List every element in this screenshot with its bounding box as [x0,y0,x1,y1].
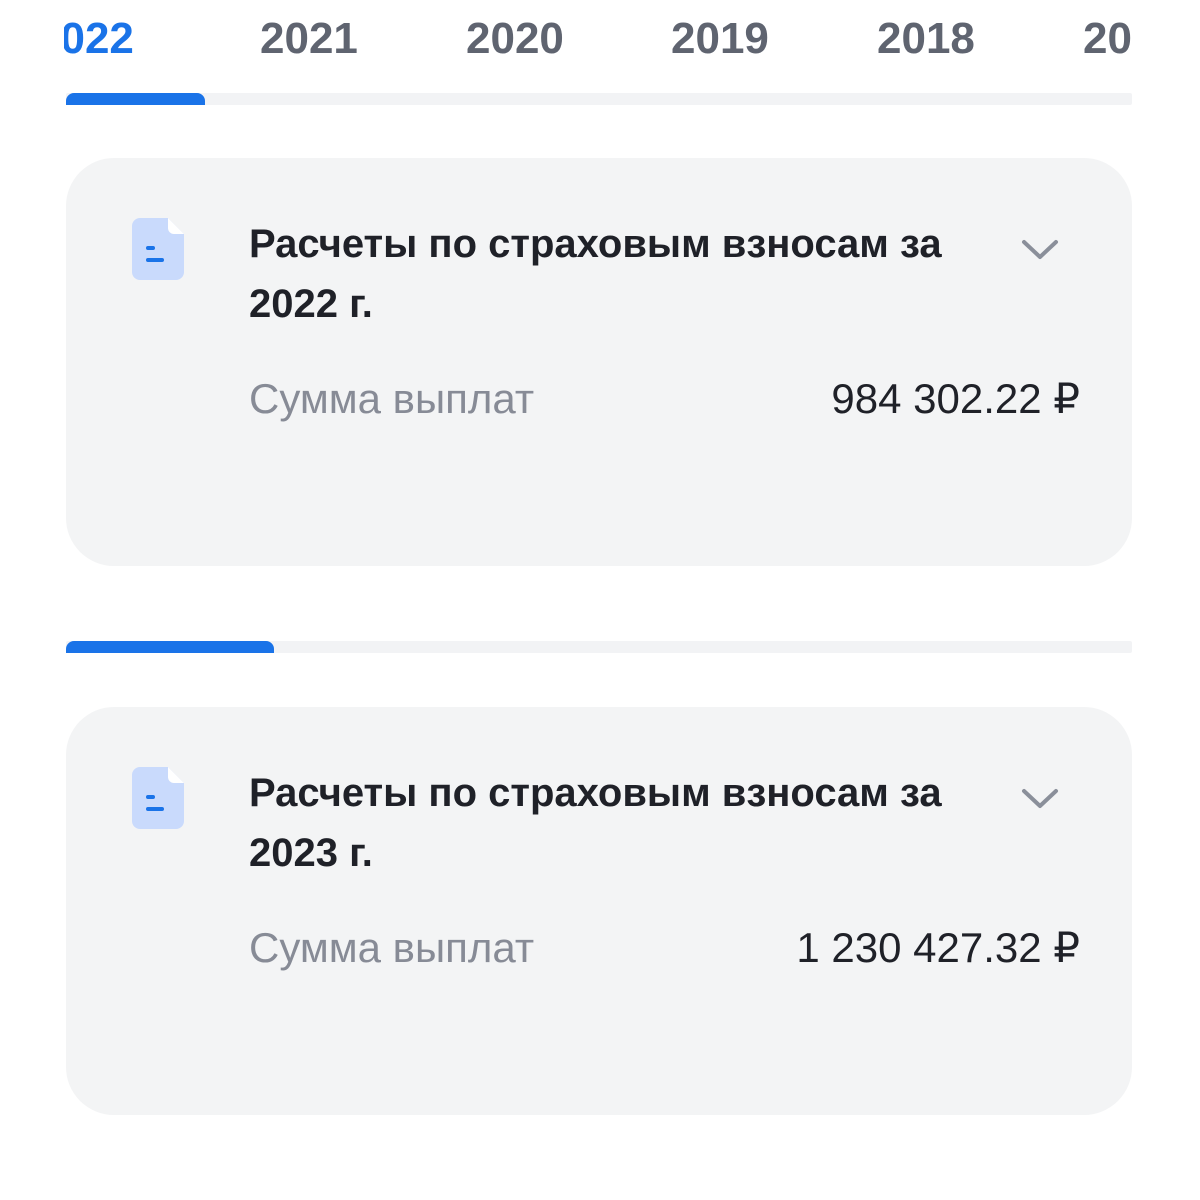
sum-label: Сумма выплат [249,375,535,422]
scroll-indicator-track [66,641,1132,653]
document-icon [132,767,184,829]
tab-indicator [66,93,205,105]
tab-year-2021[interactable]: 2021 [260,14,358,64]
year-tabs: 2022 2021 2020 2019 2018 20 [0,0,1200,80]
page: 2022 2021 2020 2019 2018 20 Расчеты по с… [0,0,1200,1200]
tab-year-2019[interactable]: 2019 [671,14,769,64]
tab-year-partial[interactable]: 20 [1083,14,1132,64]
sum-value: 984 302.22 ₽ [831,375,1080,422]
card-title: Расчеты по страховым взносам за 2022 г. [249,222,942,326]
tab-year-2018[interactable]: 2018 [877,14,975,64]
scroll-indicator [66,641,274,653]
chevron-down-icon[interactable] [1020,787,1060,811]
contribution-card-2023[interactable]: Расчеты по страховым взносам за 2023 г. … [66,707,1132,1115]
sum-value: 1 230 427.32 ₽ [796,924,1080,971]
tab-indicator-track [66,93,1132,105]
chevron-down-icon[interactable] [1020,238,1060,262]
contribution-card-2022[interactable]: Расчеты по страховым взносам за 2022 г. … [66,158,1132,566]
tab-year-2020[interactable]: 2020 [466,14,564,64]
tabs-fade-right [1134,0,1200,80]
sum-label: Сумма выплат [249,924,535,971]
tabs-fade-left [0,0,64,80]
document-icon [132,218,184,280]
card-title: Расчеты по страховым взносам за 2023 г. [249,771,942,875]
